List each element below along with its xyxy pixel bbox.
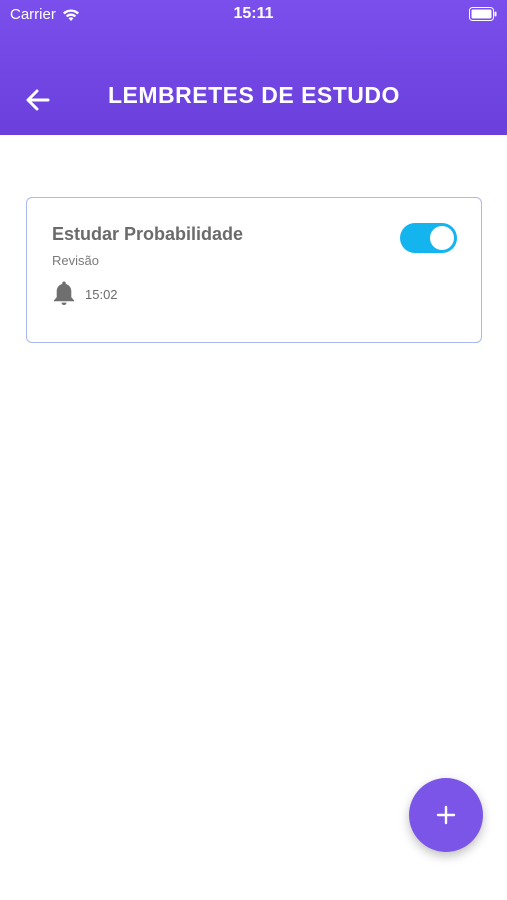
status-bar: Carrier 15:11	[0, 0, 507, 30]
add-reminder-button[interactable]	[409, 778, 483, 852]
status-time: 15:11	[233, 5, 274, 22]
page-title: LEMBRETES DE ESTUDO	[108, 82, 400, 108]
toggle-knob	[430, 226, 454, 250]
arrow-left-icon	[26, 89, 50, 111]
battery-icon	[469, 7, 497, 21]
app-header: Carrier 15:11 LEMBRETES DE ESTUDO	[0, 0, 507, 135]
back-button[interactable]	[22, 84, 54, 116]
reminder-title: Estudar Probabilidade	[52, 224, 244, 244]
reminder-time: 15:02	[85, 287, 118, 302]
reminder-toggle[interactable]	[400, 223, 457, 253]
reminder-card[interactable]: Estudar Probabilidade Revisão 15:02	[26, 197, 482, 343]
reminder-subtitle: Revisão	[52, 253, 99, 268]
bell-icon	[54, 281, 74, 305]
plus-icon	[436, 805, 456, 825]
